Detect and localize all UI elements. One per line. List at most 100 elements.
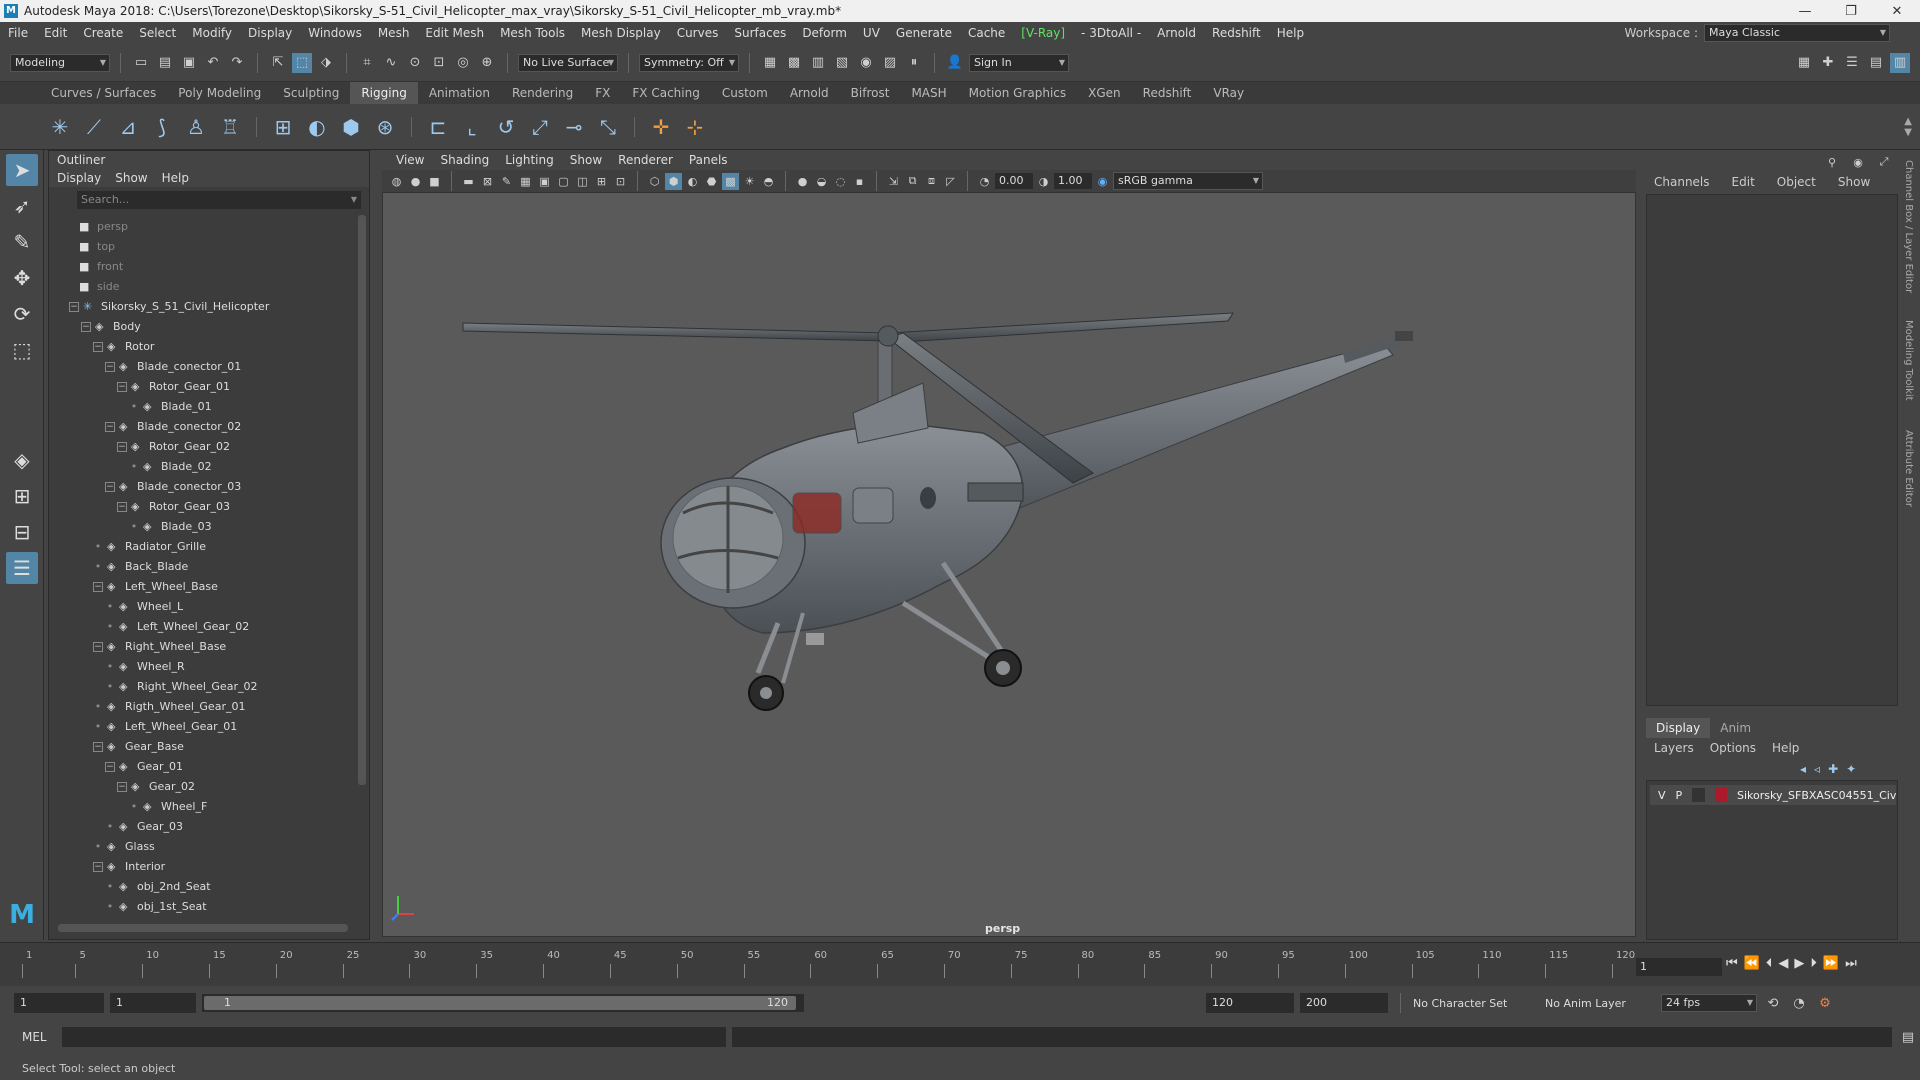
channel-box[interactable] [1646, 194, 1898, 706]
shelf-scroll-icon[interactable]: ▲ ▼ [1904, 116, 1920, 138]
fps-dropdown[interactable]: 24 fps [1661, 994, 1757, 1012]
viewport-menu-lighting[interactable]: Lighting [497, 153, 562, 167]
menu-arnold[interactable]: Arnold [1149, 26, 1204, 40]
outliner-item[interactable]: − ◈ Gear_02 [49, 777, 355, 797]
grid-icon[interactable]: ▦ [517, 173, 534, 190]
paint-select-icon[interactable]: ✎ [6, 226, 38, 258]
vray-render-icon[interactable]: ▨ [880, 53, 900, 73]
viewport-menu-renderer[interactable]: Renderer [610, 153, 681, 167]
render-settings-icon[interactable]: ▧ [832, 53, 852, 73]
collapse-icon[interactable]: − [93, 862, 103, 872]
ik-handle-icon[interactable]: ⊿ [114, 113, 142, 141]
outliner-item[interactable]: • ◈ Blade_02 [49, 457, 355, 477]
outliner-item[interactable]: ■ persp [49, 217, 355, 237]
menu-display[interactable]: Display [240, 26, 300, 40]
playback-end-field[interactable]: 120 [1206, 993, 1294, 1013]
shelf-tab-vray[interactable]: VRay [1202, 82, 1255, 104]
outliner-item[interactable]: − ◈ Blade_conector_03 [49, 477, 355, 497]
outliner-item[interactable]: • ◈ Rigth_Wheel_Gear_01 [49, 697, 355, 717]
outliner-menu-show[interactable]: Show [115, 169, 147, 187]
collapse-icon[interactable]: − [69, 302, 79, 312]
scene-end-field[interactable]: 200 [1300, 993, 1388, 1013]
channel-box-icon[interactable]: ▥ [1890, 52, 1910, 73]
collapse-icon[interactable]: − [93, 582, 103, 592]
expand-icon[interactable]: ⤢ [1874, 152, 1894, 172]
bind-skin-icon[interactable]: ⊞ [269, 113, 297, 141]
channel-menu-edit[interactable]: Edit [1732, 175, 1755, 189]
two-pane-icon[interactable]: ⊟ [6, 516, 38, 548]
menu-select[interactable]: Select [131, 26, 184, 40]
command-input[interactable] [62, 1027, 726, 1047]
menu-mesh[interactable]: Mesh [370, 26, 418, 40]
scene-start-field[interactable]: 1 [14, 993, 104, 1013]
snap-surface-icon[interactable]: ◎ [453, 53, 473, 73]
viewport-menu-view[interactable]: View [388, 153, 432, 167]
insert-joint-icon[interactable]: ⟋ [80, 113, 108, 141]
step-back-frame-icon[interactable]: ⏴ [1766, 956, 1773, 971]
lattice-icon[interactable]: ⬢ [337, 113, 365, 141]
character-controls-icon[interactable]: ✚ [1818, 53, 1838, 73]
layer-visibility-toggle[interactable]: V [1658, 789, 1666, 802]
ipr-render-icon[interactable]: ▥ [808, 53, 828, 73]
safe-action-icon[interactable]: ⊡ [612, 173, 629, 190]
outliner-item[interactable]: • ◈ Wheel_R [49, 657, 355, 677]
play-back-icon[interactable]: ◀ [1778, 956, 1788, 971]
select-hierarchy-icon[interactable]: ⇱ [268, 53, 288, 73]
cluster-icon[interactable]: ◐ [303, 113, 331, 141]
single-pane-icon[interactable]: ◈ [6, 444, 38, 476]
collapse-icon[interactable]: − [93, 742, 103, 752]
shelf-tab-mash[interactable]: MASH [900, 82, 957, 104]
wrap-icon[interactable]: ⊛ [371, 113, 399, 141]
backface-culling-icon[interactable]: ◸ [942, 173, 959, 190]
snap-live-icon[interactable]: ⊕ [477, 53, 497, 73]
shelf-tab-animation[interactable]: Animation [418, 82, 501, 104]
outliner-item[interactable]: ■ side [49, 277, 355, 297]
snap-curve-icon[interactable]: ∿ [381, 53, 401, 73]
shelf-tab-redshift[interactable]: Redshift [1132, 82, 1203, 104]
aim-constraint-icon[interactable]: ⊸ [560, 113, 588, 141]
grease-pencil-icon[interactable]: ✎ [498, 173, 515, 190]
layer-menu-options[interactable]: Options [1710, 741, 1756, 755]
hypershade-icon[interactable]: ◉ [856, 53, 876, 73]
menu-uv[interactable]: UV [855, 26, 888, 40]
menu-deform[interactable]: Deform [794, 26, 855, 40]
outliner-item[interactable]: • ◈ Radiator_Grille [49, 537, 355, 557]
point-constraint-icon[interactable]: ⌞ [458, 113, 486, 141]
step-back-key-icon[interactable]: ⏪ [1744, 956, 1760, 971]
shelf-tab-fx-caching[interactable]: FX Caching [621, 82, 710, 104]
outliner-item[interactable]: • ◈ Left_Wheel_Gear_02 [49, 617, 355, 637]
outliner-item[interactable]: − ◈ Left_Wheel_Base [49, 577, 355, 597]
modeling-toolkit-icon[interactable]: ▦ [1794, 53, 1814, 73]
select-component-icon[interactable]: ⬗ [316, 53, 336, 73]
layer-playback-toggle[interactable]: P [1676, 789, 1683, 802]
lights-icon[interactable]: ☀ [741, 173, 758, 190]
render-frame-icon[interactable]: ▩ [784, 53, 804, 73]
collapse-icon[interactable]: − [105, 762, 115, 772]
film-gate-icon[interactable]: ▣ [536, 173, 553, 190]
outliner-menu-help[interactable]: Help [162, 169, 189, 187]
outliner-item[interactable]: • ◈ Back_Blade [49, 557, 355, 577]
lasso-tool-icon[interactable]: ➶ [6, 190, 38, 222]
bookmarks-icon[interactable]: ■ [426, 173, 443, 190]
menu-3dtoall[interactable]: - 3DtoAll - [1073, 26, 1149, 40]
shelf-tab-rendering[interactable]: Rendering [501, 82, 584, 104]
viewport-menu-panels[interactable]: Panels [681, 153, 736, 167]
locator-ik-icon[interactable]: ⊹ [681, 113, 709, 141]
move-layer-up-icon[interactable]: ◂ [1800, 762, 1806, 776]
vray-ipr-icon[interactable]: ⏸ [904, 53, 924, 73]
use-default-material-icon[interactable]: ◐ [684, 173, 701, 190]
viewport-menu-show[interactable]: Show [562, 153, 610, 167]
redo-icon[interactable]: ↷ [227, 53, 247, 73]
outliner-item[interactable]: − ◈ Interior [49, 857, 355, 877]
menu-vray[interactable]: [V-Ray] [1013, 26, 1073, 40]
go-to-start-icon[interactable]: ⏮ [1726, 956, 1738, 971]
snap-grid-icon[interactable]: ⌗ [357, 53, 377, 73]
rotate-tool-icon[interactable]: ⟳ [6, 298, 38, 330]
live-surface-dropdown[interactable]: No Live Surface [518, 53, 618, 72]
3d-viewport[interactable] [382, 192, 1636, 937]
locator-icon[interactable]: ✛ [647, 113, 675, 141]
side-tab-modeling-toolkit[interactable]: Modeling Toolkit [1903, 320, 1914, 401]
outliner-search-input[interactable]: Search... [77, 191, 361, 209]
outliner-vertical-scrollbar[interactable] [358, 215, 366, 785]
select-object-icon[interactable]: ⬚ [292, 52, 312, 73]
